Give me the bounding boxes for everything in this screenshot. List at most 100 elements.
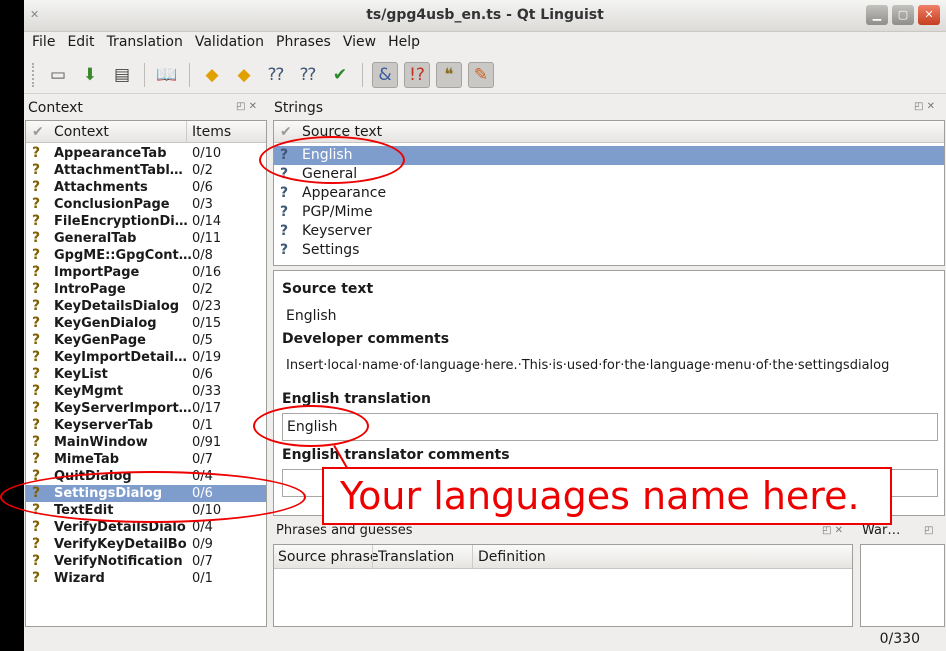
context-row[interactable]: ? KeyServerImport… 0/17 [26, 400, 266, 417]
context-name: AttachmentTabl… [54, 163, 183, 178]
context-name: MainWindow [54, 435, 148, 450]
punctuation-check-icon[interactable]: !? [404, 61, 430, 88]
menu-edit[interactable]: Edit [59, 32, 98, 54]
context-row[interactable]: ? KeyDetailsDialog 0/23 [26, 298, 266, 315]
context-list[interactable]: ✔ Context Items ? AppearanceTab 0/10? Attac… [25, 120, 267, 627]
developer-comments-value: Insert·local·name·of·language·here.·This… [286, 358, 890, 373]
phrases-dock-title: Phrases and guesses [276, 523, 413, 538]
context-row[interactable]: ? VerifyKeyDetailBo 0/9 [26, 536, 266, 553]
unfinished-icon: ? [32, 536, 41, 552]
unfinished-icon: ? [32, 332, 41, 348]
warnings-list[interactable] [860, 544, 945, 627]
maximize-button[interactable]: ▢ [892, 5, 914, 25]
context-name: KeyGenDialog [54, 316, 157, 331]
translator-comments-label: English translator comments [282, 447, 510, 463]
float-icon[interactable]: ◰ ✕ [236, 101, 257, 112]
save-icon[interactable]: ⬇ [77, 62, 103, 88]
context-items: 0/11 [192, 231, 222, 246]
float-icon[interactable]: ◰ ✕ [914, 101, 935, 112]
unfinished-icon: ? [280, 185, 289, 201]
menu-translation[interactable]: Translation [99, 32, 187, 54]
context-name: KeyMgmt [54, 384, 124, 399]
menu-view[interactable]: View [335, 32, 380, 54]
column-items[interactable]: Items [192, 124, 231, 140]
context-name: KeyDetailsDialog [54, 299, 180, 314]
context-row[interactable]: ? GeneralTab 0/11 [26, 230, 266, 247]
context-items: 0/2 [192, 282, 213, 297]
context-items: 0/1 [192, 418, 213, 433]
string-row[interactable]: ? Appearance [274, 184, 944, 203]
placemarker-check-icon[interactable]: ✎ [468, 61, 494, 88]
context-name: GpgME::GpgCont… [54, 248, 192, 263]
check-icon: ✔ [32, 124, 44, 140]
context-row[interactable]: ? GpgME::GpgCont… 0/8 [26, 247, 266, 264]
unfinished-icon: ? [32, 553, 41, 569]
context-row[interactable]: ? MimeTab 0/7 [26, 451, 266, 468]
float-icon[interactable]: ◰ [924, 525, 933, 536]
menu-help[interactable]: Help [380, 32, 424, 54]
context-items: 0/5 [192, 333, 213, 348]
context-name: KeyGenPage [54, 333, 146, 348]
string-text: Keyserver [302, 223, 372, 239]
highlight-ellipse-settingsdialog [0, 471, 306, 523]
context-row[interactable]: ? ConclusionPage 0/3 [26, 196, 266, 213]
prev-unfinished-icon[interactable]: ⁇ [263, 62, 289, 88]
context-items: 0/33 [192, 384, 222, 399]
context-row[interactable]: ? KeyList 0/6 [26, 366, 266, 383]
context-row[interactable]: ? KeyMgmt 0/33 [26, 383, 266, 400]
column-definition[interactable]: Definition [478, 549, 546, 565]
context-row[interactable]: ? KeyImportDetail… 0/19 [26, 349, 266, 366]
context-row[interactable]: ? AppearanceTab 0/10 [26, 145, 266, 162]
menu-validation[interactable]: Validation [187, 32, 268, 54]
close-button[interactable]: ✕ [918, 5, 940, 25]
next-unfinished-icon[interactable]: ⁇ [295, 62, 321, 88]
menu-file[interactable]: File [24, 32, 59, 54]
context-name: FileEncryptionDi… [54, 214, 188, 229]
prev-icon[interactable]: ◆ [199, 62, 225, 88]
context-items: 0/6 [192, 180, 213, 195]
unfinished-icon: ? [32, 349, 41, 365]
context-items: 0/19 [192, 350, 222, 365]
string-row[interactable]: ? PGP/Mime [274, 203, 944, 222]
context-row[interactable]: ? ImportPage 0/16 [26, 264, 266, 281]
column-context[interactable]: Context [54, 124, 109, 140]
context-row[interactable]: ? Attachments 0/6 [26, 179, 266, 196]
done-next-icon[interactable]: ✔ [327, 62, 353, 88]
context-row[interactable]: ? KeyserverTab 0/1 [26, 417, 266, 434]
context-row[interactable]: ? IntroPage 0/2 [26, 281, 266, 298]
menu-phrases[interactable]: Phrases [268, 32, 335, 54]
open-icon[interactable]: ▭ [45, 62, 71, 88]
toolbar-grip[interactable] [32, 62, 36, 87]
minimize-button[interactable]: ▁ [866, 5, 888, 25]
context-row[interactable]: ? KeyGenDialog 0/15 [26, 315, 266, 332]
unfinished-icon: ? [32, 434, 41, 450]
context-row[interactable]: ? AttachmentTabl… 0/2 [26, 162, 266, 179]
context-items: 0/8 [192, 248, 213, 263]
translation-field[interactable]: English [282, 413, 938, 441]
float-icon[interactable]: ◰ ✕ [822, 525, 843, 536]
phrases-list[interactable]: Source phrase Translation Definition [273, 544, 853, 627]
context-row[interactable]: ? MainWindow 0/91 [26, 434, 266, 451]
phrase-check-icon[interactable]: ❝ [436, 61, 462, 88]
context-row[interactable]: ? Wizard 0/1 [26, 570, 266, 587]
string-row[interactable]: ? Settings [274, 241, 944, 260]
context-row[interactable]: ? KeyGenPage 0/5 [26, 332, 266, 349]
column-translation[interactable]: Translation [378, 549, 454, 565]
status-bar: 0/330 [24, 627, 946, 651]
context-name: Attachments [54, 180, 148, 195]
toolbar-separator [144, 62, 145, 87]
column-source-phrase[interactable]: Source phrase [278, 549, 379, 565]
next-icon[interactable]: ◆ [231, 62, 257, 88]
title-bar: ✕ ts/gpg4usb_en.ts - Qt Linguist ▁ ▢ ✕ [24, 0, 946, 32]
unfinished-icon: ? [32, 400, 41, 416]
context-items: 0/7 [192, 554, 213, 569]
context-items: 0/7 [192, 452, 213, 467]
context-row[interactable]: ? VerifyNotification 0/7 [26, 553, 266, 570]
accelerator-check-icon[interactable]: & [372, 61, 398, 88]
context-row[interactable]: ? FileEncryptionDi… 0/14 [26, 213, 266, 230]
string-row[interactable]: ? Keyserver [274, 222, 944, 241]
toolbar-separator [189, 62, 190, 87]
phrasebook-icon[interactable]: 📖 [154, 62, 180, 88]
developer-comments-label: Developer comments [282, 331, 450, 347]
print-icon[interactable]: ▤ [109, 62, 135, 88]
